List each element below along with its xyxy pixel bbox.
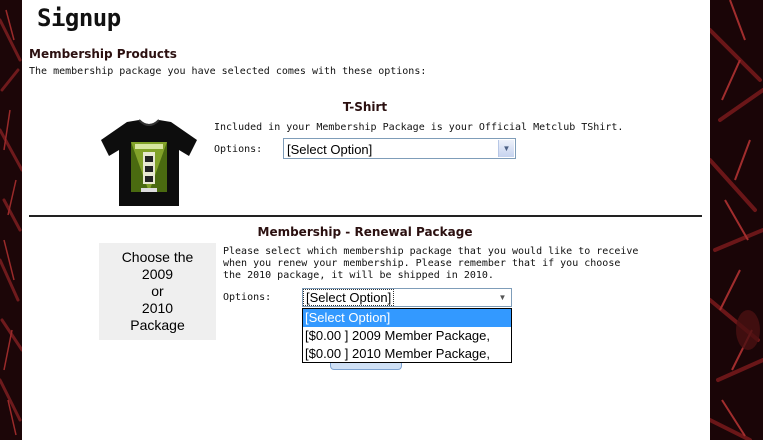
- renewal-options-dropdown-list[interactable]: [Select Option] [$0.00 ] 2009 Member Pac…: [302, 308, 512, 363]
- page-title: Signup: [37, 4, 121, 32]
- left-decorative-border: [0, 0, 22, 440]
- dropdown-option-select[interactable]: [Select Option]: [303, 309, 511, 327]
- renewal-description-line: the 2010 package, it will be shipped in …: [223, 270, 494, 281]
- choose-line: 2009: [141, 266, 174, 282]
- membership-products-heading: Membership Products: [29, 47, 177, 61]
- renewal-options-select[interactable]: [Select Option] ▼: [302, 288, 512, 307]
- renewal-description: Please select which membership package t…: [223, 246, 638, 282]
- tshirt-options-select[interactable]: [Select Option] ▼: [283, 138, 516, 159]
- chevron-down-icon[interactable]: ▼: [495, 290, 510, 305]
- tshirt-description: Included in your Membership Package is y…: [214, 122, 624, 133]
- tshirt-options-label: Options:: [214, 144, 263, 155]
- renewal-description-line: Please select which membership package t…: [223, 246, 639, 257]
- main-content: Signup Membership Products The membershi…: [22, 0, 710, 440]
- choose-package-box: Choose the 2009 or 2010 Package: [99, 243, 216, 340]
- choose-line: Package: [130, 317, 185, 333]
- renewal-options-label: Options:: [223, 292, 272, 303]
- dropdown-option-2010-package[interactable]: [$0.00 ] 2010 Member Package,: [303, 345, 511, 363]
- tshirt-select-value: [Select Option]: [287, 142, 373, 157]
- tshirt-image: [99, 118, 199, 208]
- choose-line: 2010: [141, 300, 174, 316]
- chevron-down-icon[interactable]: ▼: [498, 140, 514, 157]
- renewal-package-title: Membership - Renewal Package: [257, 225, 473, 239]
- section-divider: [29, 215, 702, 217]
- choose-line: Choose the: [121, 249, 194, 265]
- renewal-select-value: [Select Option]: [302, 289, 395, 306]
- dropdown-option-2009-package[interactable]: [$0.00 ] 2009 Member Package,: [303, 327, 511, 345]
- membership-intro-text: The membership package you have selected…: [29, 66, 427, 77]
- choose-line: or: [151, 283, 164, 299]
- tshirt-title: T-Shirt: [342, 100, 388, 114]
- right-decorative-border: [710, 0, 763, 440]
- renewal-description-line: when you renew your membership. Please r…: [223, 258, 621, 269]
